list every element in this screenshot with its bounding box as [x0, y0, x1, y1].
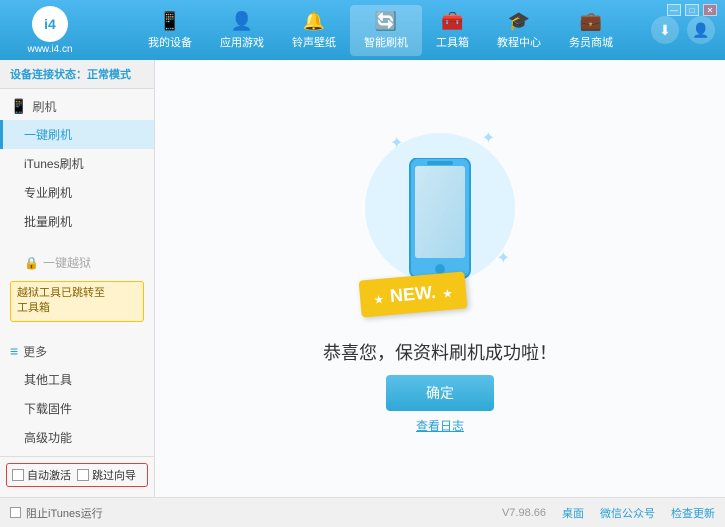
header-right-buttons: ⬇ 👤	[651, 16, 715, 44]
sidebar-item-one-click-flash[interactable]: 一键刷机	[0, 120, 154, 149]
new-badge-text: NEW.	[389, 282, 437, 306]
minimize-button[interactable]: —	[667, 4, 681, 16]
nav-tutorial[interactable]: 🎓 教程中心	[483, 5, 555, 56]
more-section: ≡ 更多 其他工具 下载固件 高级功能	[0, 334, 154, 456]
app-games-icon: 👤	[231, 11, 253, 32]
nav-app-games[interactable]: 👤 应用游戏	[206, 5, 278, 56]
version-label: V7.98.66	[502, 507, 546, 519]
jailbreak-note: 越狱工具已跳转至 工具箱	[10, 281, 144, 322]
more-section-label: 更多	[23, 343, 47, 360]
skip-guide-checkbox-label[interactable]: 跳过向导	[77, 467, 136, 483]
view-log-link[interactable]: 查看日志	[416, 417, 464, 434]
sparkle1-icon: ✦	[390, 133, 403, 153]
new-badge: NEW.	[359, 271, 468, 317]
toolbox-icon: 🧰	[441, 11, 463, 32]
nav-tutorial-label: 教程中心	[497, 34, 541, 50]
nav-my-device[interactable]: 📱 我的设备	[134, 5, 206, 56]
flash-section: 📱 刷机 一键刷机 iTunes刷机 专业刷机 批量刷机	[0, 89, 154, 240]
nav-bar: 📱 我的设备 👤 应用游戏 🔔 铃声壁纸 🔄 智能刷机 🧰 工具箱 🎓	[110, 5, 651, 56]
auto-activate-row: 自动激活 跳过向导	[6, 463, 148, 487]
phone-illustration	[405, 158, 475, 288]
nav-service[interactable]: 💼 务员商城	[555, 5, 627, 56]
logo-url: www.i4.cn	[27, 44, 72, 55]
window-controls: — □ ✕	[667, 4, 717, 16]
success-text: 恭喜您，保资料刷机成功啦！	[323, 339, 557, 365]
nav-ringtones-label: 铃声壁纸	[292, 34, 336, 50]
nav-ringtones[interactable]: 🔔 铃声壁纸	[278, 5, 350, 56]
sidebar: 设备连接状态：正常模式 📱 刷机 一键刷机 iTunes刷机 专业刷机 批量刷机…	[0, 60, 155, 497]
no-itunes-checkbox[interactable]	[10, 507, 21, 518]
sparkle3-icon: ✦	[497, 248, 510, 268]
phone-badge-container: ✦ ✦ ✦	[360, 123, 520, 323]
auto-activate-label: 自动激活	[27, 467, 71, 483]
user-account-button[interactable]: 👤	[687, 16, 715, 44]
service-icon: 💼	[580, 11, 602, 32]
nav-service-label: 务员商城	[569, 34, 613, 50]
nav-toolbox[interactable]: 🧰 工具箱	[422, 5, 483, 56]
nav-toolbox-label: 工具箱	[436, 34, 469, 50]
nav-smart-flash-label: 智能刷机	[364, 34, 408, 50]
download-button[interactable]: ⬇	[651, 16, 679, 44]
skip-guide-label: 跳过向导	[92, 467, 136, 483]
skip-guide-checkbox[interactable]	[77, 469, 89, 481]
sidebar-item-pro-flash[interactable]: 专业刷机	[0, 178, 154, 207]
more-section-header[interactable]: ≡ 更多	[0, 338, 154, 365]
flash-section-icon: 📱	[10, 98, 27, 115]
maximize-button[interactable]: □	[685, 4, 699, 16]
wechat-link[interactable]: 微信公众号	[600, 505, 655, 521]
sidebar-item-download-firmware[interactable]: 下载固件	[0, 394, 154, 423]
tutorial-icon: 🎓	[508, 11, 530, 32]
main-layout: 设备连接状态：正常模式 📱 刷机 一键刷机 iTunes刷机 专业刷机 批量刷机…	[0, 60, 725, 497]
smart-flash-icon: 🔄	[375, 11, 397, 32]
sparkle2-icon: ✦	[482, 128, 495, 148]
logo-area: i4 www.i4.cn	[10, 6, 90, 55]
footer: 阻止iTunes运行 V7.98.66 桌面 微信公众号 检查更新	[0, 497, 725, 527]
check-update-link[interactable]: 检查更新	[671, 505, 715, 521]
auto-activate-checkbox[interactable]	[12, 469, 24, 481]
device-info: 📱 iPhone 15 Pro Max 512GB iPhone	[6, 493, 148, 497]
ringtones-icon: 🔔	[303, 11, 325, 32]
success-illustration: ✦ ✦ ✦	[323, 123, 557, 365]
confirm-button[interactable]: 确定	[386, 375, 494, 411]
my-device-icon: 📱	[159, 11, 181, 32]
content-area: ✦ ✦ ✦	[155, 60, 725, 497]
flash-section-label: 刷机	[32, 98, 56, 115]
desktop-link[interactable]: 桌面	[562, 505, 584, 521]
sidebar-item-batch-flash[interactable]: 批量刷机	[0, 207, 154, 236]
nav-smart-flash[interactable]: 🔄 智能刷机	[350, 5, 422, 56]
flash-section-header[interactable]: 📱 刷机	[0, 93, 154, 120]
sidebar-item-jailbreak: 🔒 一键越狱	[0, 248, 154, 277]
footer-right: V7.98.66 桌面 微信公众号 检查更新	[502, 505, 715, 521]
nav-my-device-label: 我的设备	[148, 34, 192, 50]
auto-activate-checkbox-label[interactable]: 自动激活	[12, 467, 71, 483]
sidebar-item-advanced[interactable]: 高级功能	[0, 423, 154, 452]
footer-left: 阻止iTunes运行	[10, 505, 103, 521]
nav-app-games-label: 应用游戏	[220, 34, 264, 50]
no-itunes-label: 阻止iTunes运行	[26, 505, 103, 521]
logo-icon: i4	[32, 6, 68, 42]
more-section-icon: ≡	[10, 343, 18, 359]
sidebar-item-itunes-flash[interactable]: iTunes刷机	[0, 149, 154, 178]
sidebar-item-other-tools[interactable]: 其他工具	[0, 365, 154, 394]
sidebar-bottom: 自动激活 跳过向导 📱 iPhone 15 Pro Max 512GB iPho…	[0, 456, 154, 497]
sidebar-status: 设备连接状态：正常模式	[0, 60, 154, 89]
header: i4 www.i4.cn 📱 我的设备 👤 应用游戏 🔔 铃声壁纸 🔄 智能刷机	[0, 0, 725, 60]
lock-icon: 🔒	[24, 256, 39, 270]
close-button[interactable]: ✕	[703, 4, 717, 16]
